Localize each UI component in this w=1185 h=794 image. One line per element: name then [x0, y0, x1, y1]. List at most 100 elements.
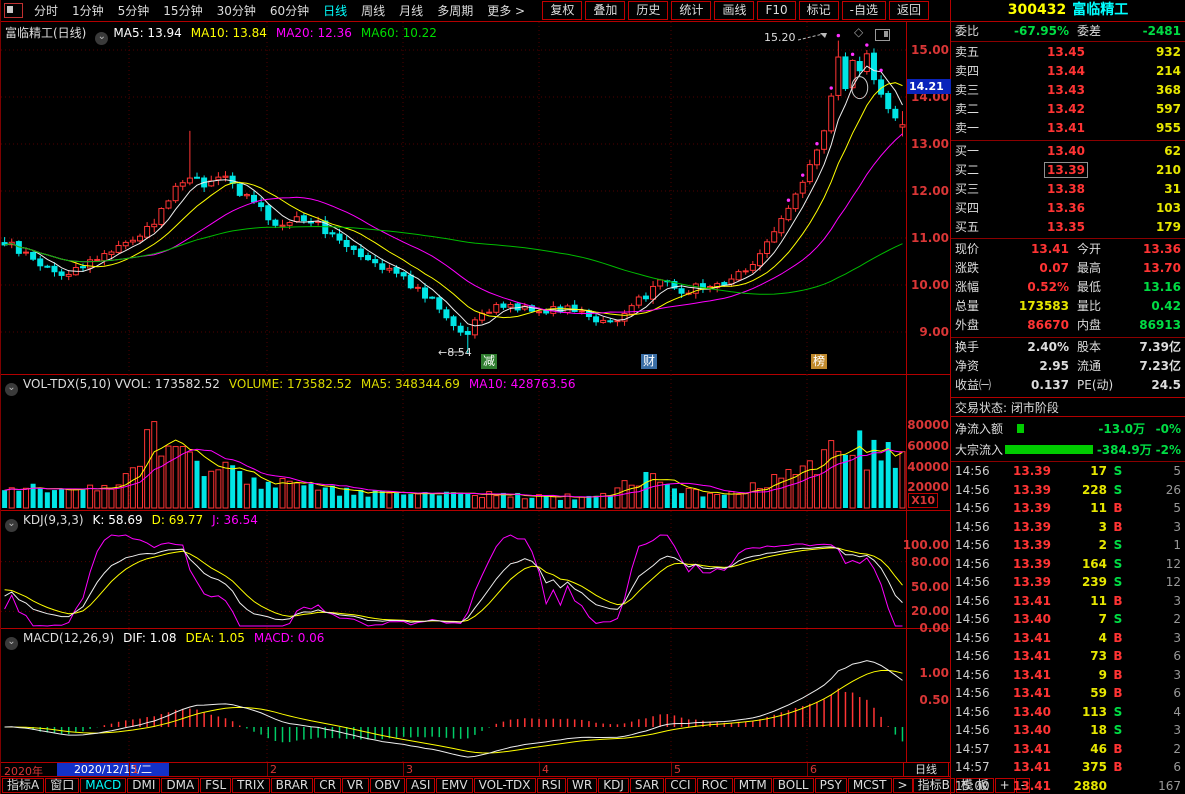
indicator-tab-指标B[interactable]: 指标B: [913, 778, 955, 793]
period-tab-5分钟[interactable]: 5分钟: [111, 2, 157, 19]
period-tab-月线[interactable]: 月线: [392, 2, 430, 19]
legend-item: KDJ(9,3,3): [23, 513, 84, 527]
indicator-tab-TRIX[interactable]: TRIX: [232, 778, 269, 793]
level-volume: 31: [1085, 180, 1181, 199]
quote-value: 0.52%: [1007, 278, 1069, 297]
indicator-tab-SAR[interactable]: SAR: [630, 778, 664, 793]
diamond-marker-icon[interactable]: ◇: [854, 25, 863, 39]
toolbar-button-叠加[interactable]: 叠加: [585, 1, 625, 20]
indicator-tab->[interactable]: >: [893, 778, 913, 793]
tick-direction: S: [1107, 483, 1129, 497]
indicator-tab-VOL-TDX[interactable]: VOL-TDX: [474, 778, 536, 793]
tick-list[interactable]: 14:5613.3917S514:5613.39228S2614:5613.39…: [951, 461, 1185, 794]
indicator-tab-CCI[interactable]: CCI: [665, 778, 695, 793]
macd-pane[interactable]: ⌄MACD(12,26,9)DIF: 1.08DEA: 1.05MACD: 0.…: [1, 629, 951, 763]
indicator-tab-指标A[interactable]: 指标A: [2, 778, 44, 793]
level-row-卖四[interactable]: 卖四13.44214: [951, 62, 1185, 81]
tick-row: 14:5613.4173B6: [951, 647, 1185, 666]
candlestick-chart[interactable]: [1, 22, 906, 375]
tick-direction: B: [1107, 742, 1129, 756]
indicator-tab-MACD[interactable]: MACD: [80, 778, 126, 793]
quote-row-涨幅: 涨幅0.52%最低13.16: [951, 278, 1185, 297]
chevron-down-circle-icon[interactable]: ⌄: [5, 519, 18, 532]
layout-panel-icon[interactable]: [4, 3, 23, 18]
indicator-tab-MTM[interactable]: MTM: [734, 778, 772, 793]
period-tab-分时[interactable]: 分时: [27, 2, 65, 19]
indicator-tab-DMA[interactable]: DMA: [161, 778, 199, 793]
weibi-value: -67.95%: [1007, 22, 1069, 41]
indicator-tab-CR[interactable]: CR: [314, 778, 341, 793]
indicator-tab-KDJ[interactable]: KDJ: [598, 778, 629, 793]
toolbar-button-统计[interactable]: 统计: [671, 1, 711, 20]
tick-count: 167: [1129, 779, 1181, 793]
flow-bar-track: [1017, 424, 1073, 433]
toolbar-button-复权[interactable]: 复权: [542, 1, 582, 20]
level-price: 13.44: [1003, 62, 1085, 81]
tick-price: 13.39: [993, 520, 1051, 534]
chevron-down-circle-icon[interactable]: ⌄: [5, 383, 18, 396]
period-tab-15分钟[interactable]: 15分钟: [156, 2, 209, 19]
tick-volume: 18: [1051, 723, 1107, 737]
period-tab-多周期[interactable]: 多周期: [430, 2, 480, 19]
main-candle-pane[interactable]: 富临精工(日线)⌄MA5: 13.94MA10: 13.84MA20: 12.3…: [1, 22, 951, 375]
toolbar-button-历史[interactable]: 历史: [628, 1, 668, 20]
level-row-卖三[interactable]: 卖三13.43368: [951, 81, 1185, 100]
chevron-down-circle-icon[interactable]: ⌄: [5, 637, 18, 650]
period-tab-更多 >[interactable]: 更多 >: [480, 2, 532, 19]
axis-tick: 50.00: [911, 580, 949, 594]
quote-value: 7.23亿: [1123, 357, 1181, 376]
level-row-买三[interactable]: 买三13.3831: [951, 180, 1185, 199]
indicator-tab-ASI[interactable]: ASI: [406, 778, 435, 793]
indicator-tab-OBV[interactable]: OBV: [370, 778, 406, 793]
level-row-卖一[interactable]: 卖一13.41955: [951, 119, 1185, 138]
indicator-tab-ROC[interactable]: ROC: [697, 778, 733, 793]
volume-pane[interactable]: ⌄VOL-TDX(5,10) VVOL: 173582.52VOLUME: 17…: [1, 375, 951, 511]
chevron-down-circle-icon[interactable]: ⌄: [95, 32, 108, 45]
indicator-tab-RSI[interactable]: RSI: [537, 778, 567, 793]
indicator-tab-窗口[interactable]: 窗口: [45, 778, 79, 793]
indicator-tab-EMV[interactable]: EMV: [436, 778, 472, 793]
kdj-pane[interactable]: ⌄KDJ(9,3,3)K: 58.69D: 69.77J: 36.54 100.…: [1, 511, 951, 629]
indicator-tab-PSY[interactable]: PSY: [815, 778, 847, 793]
event-badge-榜[interactable]: 榜: [811, 354, 827, 369]
period-box[interactable]: 日线: [903, 762, 949, 777]
axis-tick: 40000: [907, 460, 949, 474]
indicator-tab-DMI[interactable]: DMI: [127, 778, 160, 793]
pane-window-icon[interactable]: [875, 27, 890, 41]
indicator-tab-BOLL[interactable]: BOLL: [773, 778, 814, 793]
top-toolbar: 分时1分钟5分钟15分钟30分钟60分钟日线周线月线多周期更多 > 复权叠加历史…: [1, 0, 951, 22]
level-volume: 103: [1085, 199, 1181, 218]
indicator-tab-FSL[interactable]: FSL: [200, 778, 231, 793]
event-badge-减[interactable]: 减: [481, 354, 497, 369]
period-tab-周线[interactable]: 周线: [354, 2, 392, 19]
selected-date-box[interactable]: 2020/12/15/二: [57, 763, 169, 776]
indicator-tab-MCST[interactable]: MCST: [848, 778, 892, 793]
toolbar-button-F10[interactable]: F10: [757, 1, 795, 20]
toolbar-button-画线[interactable]: 画线: [714, 1, 754, 20]
level-row-买二[interactable]: 买二13.39210: [951, 161, 1185, 180]
event-badge-财[interactable]: 财: [641, 354, 657, 369]
quote-value: 13.41: [1007, 240, 1069, 259]
indicator-tab-VR[interactable]: VR: [342, 778, 369, 793]
period-tab-60分钟[interactable]: 60分钟: [263, 2, 316, 19]
tick-direction: B: [1107, 501, 1129, 515]
period-tab-日线[interactable]: 日线: [316, 2, 354, 19]
indicator-tab-BRAR[interactable]: BRAR: [271, 778, 314, 793]
tick-direction: S: [1107, 557, 1129, 571]
period-tab-30分钟[interactable]: 30分钟: [210, 2, 263, 19]
quote-value: 0.42: [1123, 297, 1181, 316]
level-row-卖五[interactable]: 卖五13.45932: [951, 43, 1185, 62]
quote-label: 股本: [1077, 338, 1123, 357]
toolbar-button--自选[interactable]: -自选: [842, 1, 886, 20]
legend-item: DIF: 1.08: [123, 631, 176, 645]
level-row-卖二[interactable]: 卖二13.42597: [951, 100, 1185, 119]
quote-row-换手: 换手2.40%股本7.39亿: [951, 338, 1185, 357]
period-tab-1分钟[interactable]: 1分钟: [65, 2, 111, 19]
toolbar-button-返回[interactable]: 返回: [889, 1, 929, 20]
level-row-买五[interactable]: 买五13.35179: [951, 218, 1185, 237]
toolbar-button-标记[interactable]: 标记: [799, 1, 839, 20]
tick-time: 14:56: [955, 631, 993, 645]
indicator-tab-WR[interactable]: WR: [567, 778, 597, 793]
level-row-买一[interactable]: 买一13.4062: [951, 142, 1185, 161]
level-row-买四[interactable]: 买四13.36103: [951, 199, 1185, 218]
